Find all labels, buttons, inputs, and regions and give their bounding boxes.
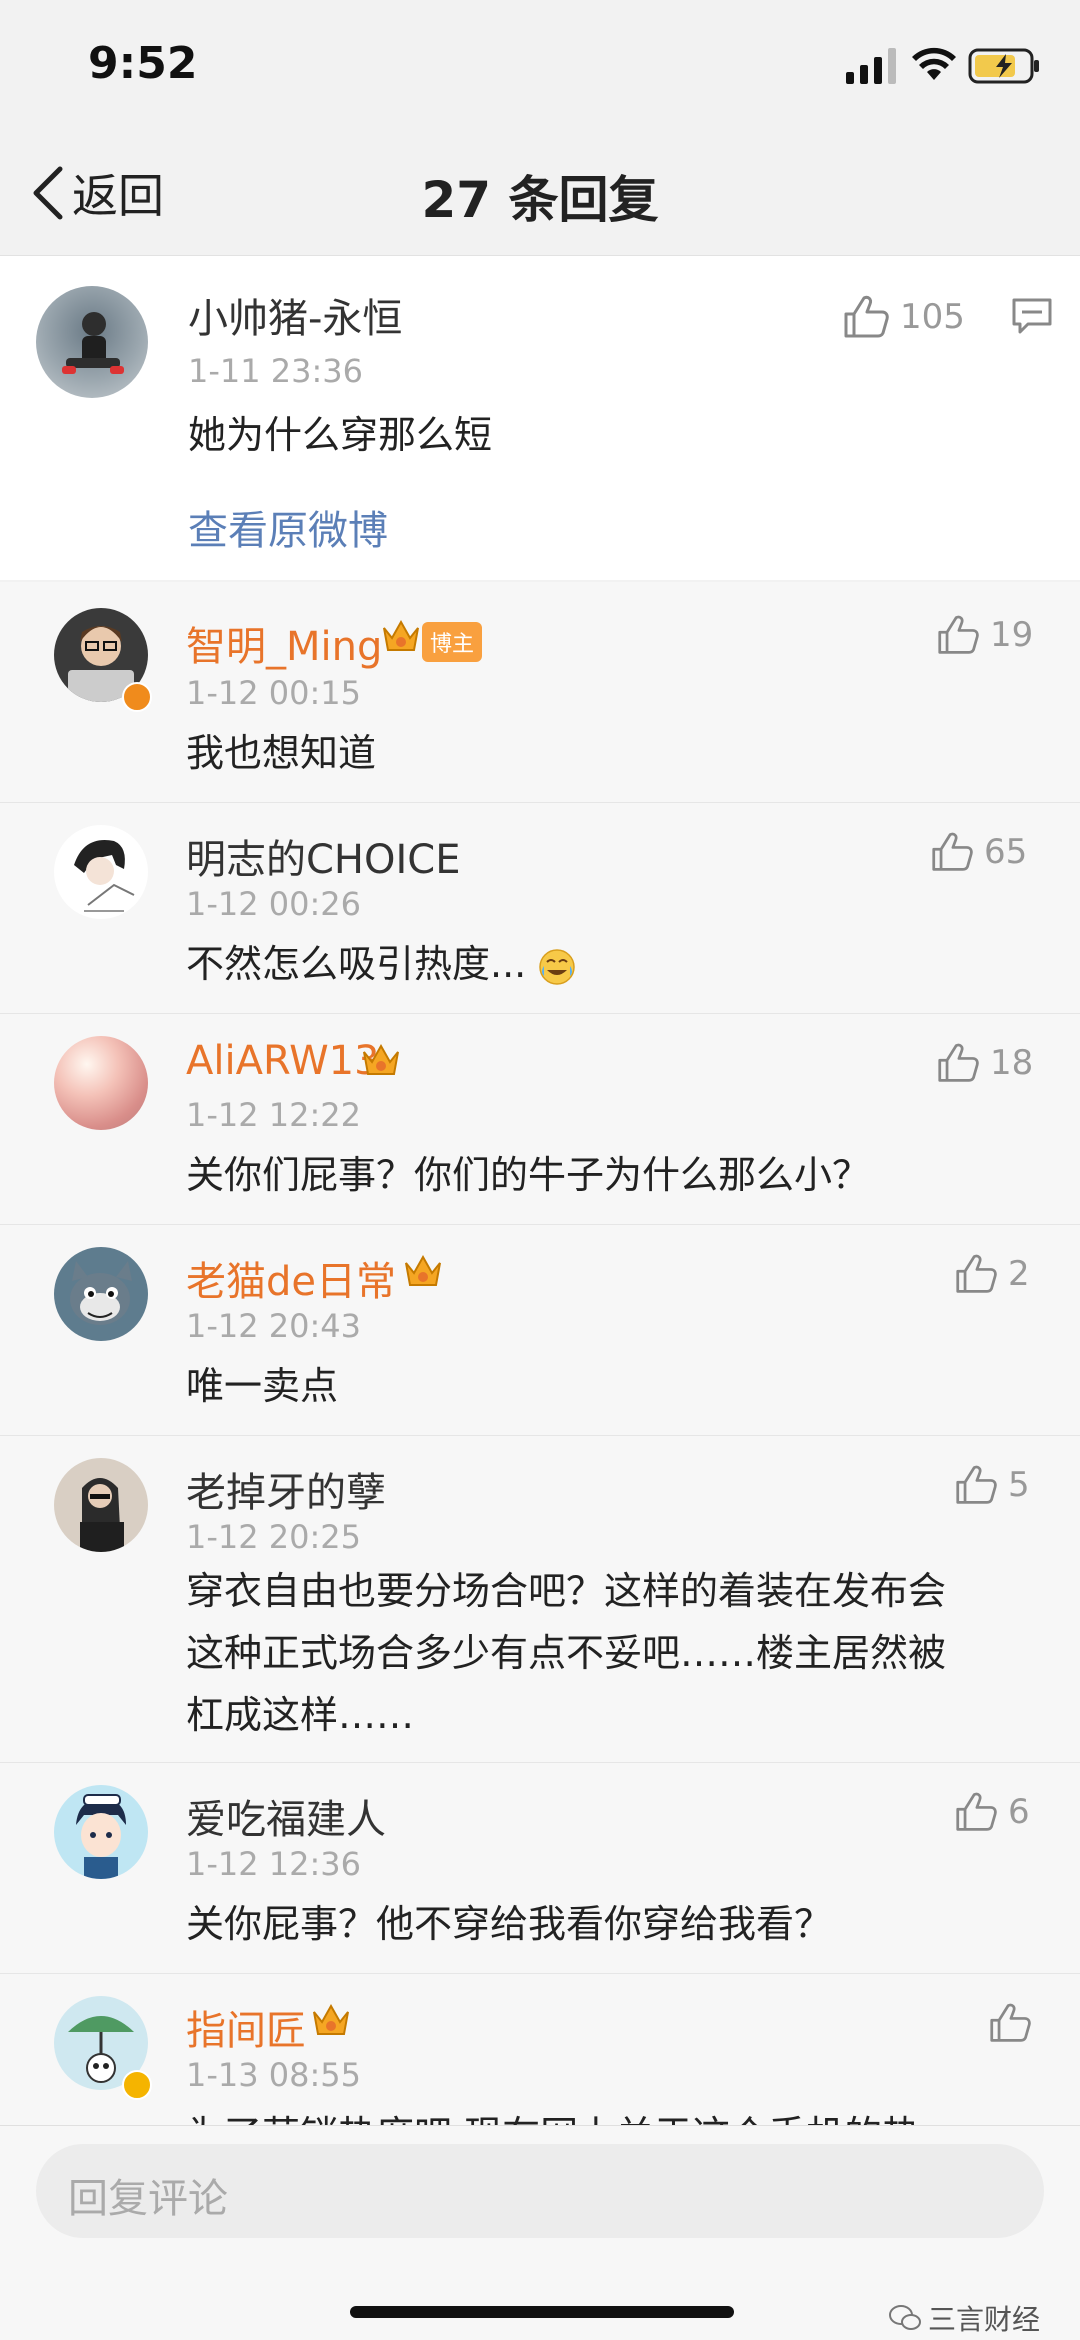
like-button[interactable]: 18 <box>936 1042 1033 1084</box>
vip-crown-icon <box>313 2003 349 2035</box>
reply-text: 为了营销热度吧 现在网上关于这个手机的热 <box>186 2104 1066 2125</box>
thumbs-up-icon <box>938 615 979 654</box>
comment-icon[interactable] <box>1010 296 1054 336</box>
view-original-link[interactable]: 查看原微博 <box>188 498 388 556</box>
status-time: 9:52 <box>88 38 198 89</box>
reply-text-line: 这种正式场合多少有点不妥吧……楼主居然被 <box>186 1631 947 1675</box>
username[interactable]: 老猫de日常 <box>186 1249 396 1307</box>
main-comment: 小帅猪-永恒 1-11 23:36 她为什么穿那么短 105 查看原微博 <box>0 256 1080 580</box>
page-title: 27 条回复 <box>421 171 659 229</box>
reply-text-content: 不然怎么吸引热度... <box>186 942 527 986</box>
vip-crown-icon <box>383 619 419 651</box>
home-indicator[interactable] <box>350 2306 734 2318</box>
timestamp: 1-12 20:43 <box>186 1307 362 1345</box>
author-badge: 博主 <box>422 622 483 662</box>
avatar[interactable] <box>54 1458 148 1552</box>
thumbs-up-icon <box>990 2003 1031 2042</box>
wifi-icon <box>912 47 956 80</box>
avatar[interactable] <box>54 1247 148 1341</box>
reply-item: 明志的CHOICE 1-12 00:26 不然怎么吸引热度... 65 <box>0 803 1080 1014</box>
verified-badge-icon <box>122 682 152 712</box>
battery-icon <box>968 48 1039 84</box>
thumbs-up-icon <box>932 832 973 871</box>
like-button[interactable]: 19 <box>936 614 1033 656</box>
like-count: 5 <box>1008 1465 1030 1505</box>
reply-text: 唯一卖点 <box>186 1364 339 1408</box>
like-button[interactable]: 105 <box>842 294 965 340</box>
cat-image <box>70 1261 132 1325</box>
username[interactable]: 明志的CHOICE <box>186 827 461 885</box>
reply-text: 关你们屁事？你们的牛子为什么那么小？ <box>186 1153 871 1197</box>
reply-text: 不然怎么吸引热度... <box>186 933 1066 995</box>
timestamp: 1-12 12:22 <box>186 1096 362 1134</box>
username[interactable]: 小帅猪-永恒 <box>188 286 402 344</box>
like-count: 19 <box>990 615 1034 655</box>
reply-text: 我也想知道 <box>186 731 377 775</box>
timestamp: 1-12 00:26 <box>186 885 362 923</box>
wechat-icon <box>889 2305 921 2330</box>
reply-item: 智明_Ming 博主 1-12 00:15 我也想知道 19 <box>0 582 1080 803</box>
like-count: 18 <box>990 1043 1034 1083</box>
person-image <box>80 1478 124 1552</box>
reply-text-line: 杠成这样…… <box>186 1693 415 1737</box>
reply-text-line: 穿衣自由也要分场合吧？这样的着装在发布会 <box>186 1569 947 1613</box>
thumbs-up-icon <box>844 295 889 338</box>
username[interactable]: 智明_Ming <box>186 614 382 672</box>
like-button[interactable]: 65 <box>930 831 1027 873</box>
person-image <box>74 840 135 912</box>
reply-text: 穿衣自由也要分场合吧？这样的着装在发布会 这种正式场合多少有点不妥吧……楼主居然… <box>186 1560 1066 1746</box>
avatar[interactable] <box>36 286 148 398</box>
like-button[interactable]: 6 <box>954 1791 1030 1833</box>
avatar[interactable] <box>54 1785 148 1879</box>
reply-text: 关你屁事？他不穿给我看你穿给我看？ <box>186 1902 833 1946</box>
reply-item: AliARW13 1-12 12:22 关你们屁事？你们的牛子为什么那么小？ 1… <box>0 1014 1080 1225</box>
username[interactable]: 爱吃福建人 <box>186 1787 386 1845</box>
vip-crown-icon <box>363 1043 399 1075</box>
thumbs-up-icon <box>956 1465 997 1504</box>
status-bar: 9:52 <box>0 0 1080 130</box>
anime-person-image <box>76 1794 126 1879</box>
reply-input[interactable]: 回复评论 <box>36 2144 1044 2238</box>
username[interactable]: AliARW13 <box>186 1038 380 1084</box>
timestamp: 1-12 20:25 <box>186 1518 362 1556</box>
reply-item: 爱吃福建人 1-12 12:36 关你屁事？他不穿给我看你穿给我看？ 6 <box>0 1763 1080 1974</box>
verified-badge-icon <box>122 2070 152 2100</box>
watermark: 三言财经 <box>888 2298 1040 2338</box>
timestamp: 1-12 12:36 <box>186 1845 362 1883</box>
reply-item: 指间匠 1-13 08:55 为了营销热度吧 现在网上关于这个手机的热 <box>0 1974 1080 2125</box>
username[interactable]: 老掉牙的孽 <box>186 1460 386 1518</box>
person-image <box>62 312 124 374</box>
like-count: 2 <box>1008 1254 1030 1294</box>
username[interactable]: 指间匠 <box>186 1998 306 2056</box>
like-count: 6 <box>1008 1792 1030 1832</box>
laugh-cry-emoji-icon <box>539 948 576 985</box>
signal-icon <box>846 48 896 84</box>
timestamp: 1-12 00:15 <box>186 674 362 712</box>
like-button[interactable]: 2 <box>954 1253 1030 1295</box>
thumbs-up-icon <box>956 1254 997 1293</box>
reply-item: 老猫de日常 1-12 20:43 唯一卖点 2 <box>0 1225 1080 1436</box>
avatar[interactable] <box>54 825 148 919</box>
navigation-bar: 返回 27 条回复 <box>0 130 1080 256</box>
like-count: 105 <box>900 297 965 337</box>
vip-crown-icon <box>405 1254 441 1286</box>
like-count: 65 <box>984 832 1028 872</box>
thumbs-up-icon <box>938 1043 979 1082</box>
timestamp: 1-13 08:55 <box>186 2056 362 2094</box>
watermark-text: 三言财经 <box>928 2303 1041 2336</box>
thumbs-up-icon <box>956 1792 997 1831</box>
reply-input-placeholder: 回复评论 <box>68 2176 228 2222</box>
timestamp: 1-11 23:36 <box>188 352 364 390</box>
reply-item: 老掉牙的孽 1-12 20:25 穿衣自由也要分场合吧？这样的着装在发布会 这种… <box>0 1436 1080 1763</box>
like-button[interactable]: 5 <box>954 1464 1030 1506</box>
like-button[interactable] <box>988 2002 1032 2044</box>
comment-text: 她为什么穿那么短 <box>188 413 493 457</box>
avatar[interactable] <box>54 1036 148 1130</box>
